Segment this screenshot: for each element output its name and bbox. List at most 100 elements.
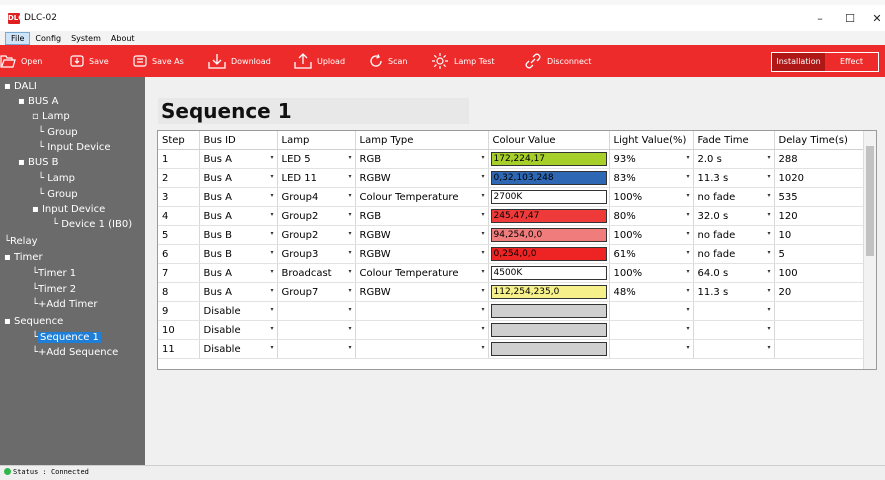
lamp-select[interactable]: LED 11 ▾ (277, 168, 356, 188)
col-header-lamp-type[interactable]: Lamp Type (355, 131, 489, 150)
table-row[interactable]: 9 Disable ▾ ▾ ▾ ▾ ▾ (158, 301, 865, 321)
lamp-type-select[interactable]: ▾ (355, 301, 489, 321)
light-value-select[interactable]: ▾ (609, 339, 694, 359)
table-row[interactable]: 3 Bus A ▾ Group4 ▾ Colour Temperature ▾ 2700K 10… (158, 187, 865, 207)
dropdown-arrow-icon[interactable]: ▾ (481, 173, 484, 180)
bus-id-select[interactable]: Bus B ▾ (199, 225, 278, 245)
minimize-button[interactable]: – (805, 5, 835, 31)
bus-id-select[interactable]: Bus A ▾ (199, 263, 278, 283)
delay-time-cell[interactable]: 10 (774, 225, 865, 245)
dropdown-arrow-icon[interactable]: ▾ (270, 154, 273, 161)
dropdown-arrow-icon[interactable]: ▾ (270, 249, 273, 256)
dropdown-arrow-icon[interactable]: ▾ (348, 287, 351, 294)
dropdown-arrow-icon[interactable]: ▾ (767, 154, 770, 161)
light-value-select[interactable]: 100% ▾ (609, 225, 694, 245)
dropdown-arrow-icon[interactable]: ▾ (686, 306, 689, 313)
scan-button[interactable]: Scan (369, 45, 407, 77)
fade-time-select[interactable]: ▾ (693, 339, 775, 359)
tree-node-timer-1[interactable]: └Timer 1 (32, 267, 76, 281)
col-header-light-value[interactable]: Light Value(%) (609, 131, 694, 150)
menu-config[interactable]: Config (30, 32, 66, 45)
colour-value-cell[interactable]: 0,254,0,0 (488, 244, 610, 264)
tree-node-relay[interactable]: └Relay (4, 235, 38, 249)
lamp-type-select[interactable]: ▾ (355, 339, 489, 359)
bus-id-select[interactable]: Bus A ▾ (199, 187, 278, 207)
light-value-select[interactable]: 61% ▾ (609, 244, 694, 264)
dropdown-arrow-icon[interactable]: ▾ (767, 249, 770, 256)
dropdown-arrow-icon[interactable]: ▾ (767, 230, 770, 237)
lamp-type-select[interactable]: RGBW ▾ (355, 168, 489, 188)
dropdown-arrow-icon[interactable]: ▾ (481, 344, 484, 351)
lamp-type-select[interactable]: RGB ▾ (355, 149, 489, 169)
fade-time-select[interactable]: 11.3 s ▾ (693, 282, 775, 302)
table-row[interactable]: 8 Bus A ▾ Group7 ▾ RGBW ▾ 112,254,235,0 48% ▾ 11.3… (158, 282, 865, 302)
vertical-scrollbar[interactable] (863, 131, 876, 369)
dropdown-arrow-icon[interactable]: ▾ (686, 344, 689, 351)
dropdown-arrow-icon[interactable]: ▾ (348, 325, 351, 332)
tree-node-bus-b-lamp[interactable]: └ Lamp (38, 172, 75, 186)
col-header-delay-time[interactable]: Delay Time(s) (774, 131, 865, 150)
delay-time-cell[interactable]: 288 (774, 149, 865, 169)
colour-value-cell[interactable]: 4500K (488, 263, 610, 283)
lamp-type-select[interactable]: RGB ▾ (355, 206, 489, 226)
colour-swatch[interactable]: 4500K (490, 266, 607, 280)
colour-value-cell[interactable]: 245,47,47 (488, 206, 610, 226)
table-row[interactable]: 2 Bus A ▾ LED 11 ▾ RGBW ▾ 0,32,103,248 83% ▾ 11.3 … (158, 168, 865, 188)
light-value-select[interactable]: 93% ▾ (609, 149, 694, 169)
fade-time-select[interactable]: ▾ (693, 301, 775, 321)
table-row[interactable]: 7 Bus A ▾ Broadcast ▾ Colour Temperature ▾ 4500… (158, 263, 865, 283)
table-row[interactable]: 10 Disable ▾ ▾ ▾ ▾ ▾ (158, 320, 865, 340)
bus-id-select[interactable]: Disable ▾ (199, 339, 278, 359)
col-header-bus-id[interactable]: Bus ID (199, 131, 278, 150)
dropdown-arrow-icon[interactable]: ▾ (348, 211, 351, 218)
col-header-lamp[interactable]: Lamp (277, 131, 356, 150)
dropdown-arrow-icon[interactable]: ▾ (481, 249, 484, 256)
light-value-select[interactable]: 100% ▾ (609, 263, 694, 283)
dropdown-arrow-icon[interactable]: ▾ (348, 249, 351, 256)
tree-node-dali[interactable]: ▪ DALI (4, 80, 37, 94)
light-value-select[interactable]: 48% ▾ (609, 282, 694, 302)
colour-swatch[interactable]: 112,254,235,0 (490, 285, 607, 299)
fade-time-select[interactable]: 64.0 s ▾ (693, 263, 775, 283)
lamp-select[interactable]: ▾ (277, 320, 356, 340)
fade-time-select[interactable]: no fade ▾ (693, 225, 775, 245)
table-row[interactable]: 1 Bus A ▾ LED 5 ▾ RGB ▾ 172,224,17 93% ▾ 2.0 s ▾ 288 (158, 149, 865, 169)
colour-swatch[interactable]: 94,254,0,0 (490, 228, 607, 242)
table-row[interactable]: 11 Disable ▾ ▾ ▾ ▾ ▾ (158, 339, 865, 359)
dropdown-arrow-icon[interactable]: ▾ (348, 192, 351, 199)
colour-value-cell[interactable]: 2700K (488, 187, 610, 207)
lamp-type-select[interactable]: RGBW ▾ (355, 225, 489, 245)
tree-node-sequence-1[interactable]: └ Sequence 1 (32, 331, 101, 345)
col-header-step[interactable]: Step (158, 131, 200, 150)
dropdown-arrow-icon[interactable]: ▾ (481, 154, 484, 161)
dropdown-arrow-icon[interactable]: ▾ (348, 173, 351, 180)
lamp-select[interactable]: Group4 ▾ (277, 187, 356, 207)
dropdown-arrow-icon[interactable]: ▾ (348, 154, 351, 161)
light-value-select[interactable]: ▾ (609, 301, 694, 321)
dropdown-arrow-icon[interactable]: ▾ (481, 306, 484, 313)
bus-id-select[interactable]: Disable ▾ (199, 301, 278, 321)
fade-time-select[interactable]: 2.0 s ▾ (693, 149, 775, 169)
colour-swatch[interactable]: 245,47,47 (490, 209, 607, 223)
dropdown-arrow-icon[interactable]: ▾ (481, 268, 484, 275)
tree-node-add-sequence[interactable]: └+Add Sequence (32, 346, 118, 360)
bus-id-select[interactable]: Bus B ▾ (199, 244, 278, 264)
lamp-select[interactable]: Group2 ▾ (277, 225, 356, 245)
colour-value-cell[interactable] (488, 301, 610, 321)
dropdown-arrow-icon[interactable]: ▾ (767, 211, 770, 218)
menu-file[interactable]: File (5, 31, 31, 45)
dropdown-arrow-icon[interactable]: ▾ (481, 192, 484, 199)
dropdown-arrow-icon[interactable]: ▾ (767, 192, 770, 199)
dropdown-arrow-icon[interactable]: ▾ (348, 306, 351, 313)
dropdown-arrow-icon[interactable]: ▾ (270, 287, 273, 294)
fade-time-select[interactable]: 11.3 s ▾ (693, 168, 775, 188)
dropdown-arrow-icon[interactable]: ▾ (348, 230, 351, 237)
lamp-select[interactable]: Group7 ▾ (277, 282, 356, 302)
delay-time-cell[interactable]: 120 (774, 206, 865, 226)
colour-value-cell[interactable]: 0,32,103,248 (488, 168, 610, 188)
dropdown-arrow-icon[interactable]: ▾ (348, 344, 351, 351)
colour-swatch[interactable] (490, 342, 607, 356)
lamp-select[interactable]: Group3 ▾ (277, 244, 356, 264)
delay-time-cell[interactable] (774, 301, 865, 321)
dropdown-arrow-icon[interactable]: ▾ (686, 211, 689, 218)
